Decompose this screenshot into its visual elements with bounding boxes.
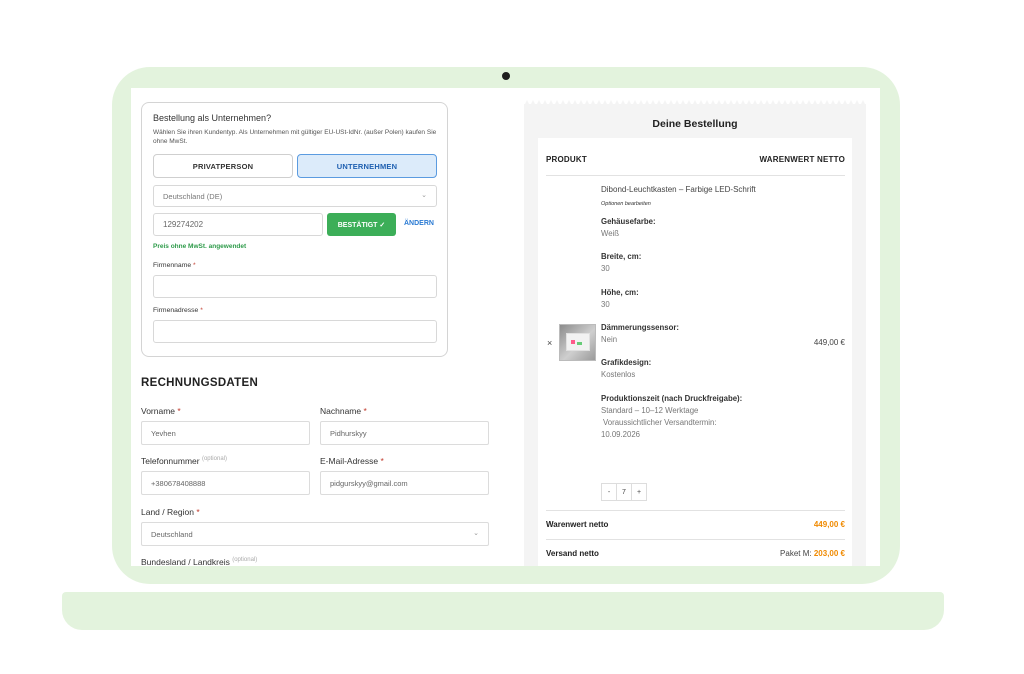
shipping-value: Paket M: 203,00 € [780,549,845,558]
product-thumbnail [559,324,596,361]
shipping-label: Versand netto [546,549,599,558]
laptop-base [62,592,944,630]
quantity-stepper[interactable]: - 7 + [601,483,647,501]
column-value: WARENWERT NETTO [759,155,845,164]
last-name-input[interactable]: Pidhurskyy [320,421,489,445]
country-value: Deutschland [151,529,193,539]
email-label: E-Mail-Adresse * [320,456,384,466]
divider [546,510,845,511]
zigzag-edge [524,100,866,106]
option-value: Standard – 10–12 Werktage [601,406,699,415]
remove-item-icon[interactable]: × [547,338,552,348]
option-key: Grafikdesign: [601,358,652,367]
option-value: Weiß [601,229,620,238]
company-box-title: Bestellung als Unternehmen? [153,113,272,123]
screen: Bestellung als Unternehmen? Wählen Sie i… [131,88,880,566]
option-value: Kostenlos [601,370,636,379]
divider [546,539,845,540]
qty-value[interactable]: 7 [616,484,632,500]
vat-number-input[interactable]: 129274202 [153,213,323,236]
option-key: Dämmerungssensor: [601,323,679,332]
first-name-label: Vorname * [141,406,181,416]
firm-name-input[interactable] [153,275,437,298]
vat-country-value: Deutschland (DE) [163,191,223,201]
qty-plus-button[interactable]: + [632,484,646,500]
camera-dot [502,72,510,80]
chevron-down-icon: ⌄ [421,192,427,199]
product-name: Dibond-Leuchtkasten – Farbige LED-Schrif… [601,185,756,194]
option-key: Produktionszeit (nach Druckfreigabe): [601,394,743,403]
divider [546,175,845,176]
firm-name-label: Firmenname * [153,262,196,269]
edit-options-link[interactable]: Optionen bearbeiten [601,201,651,207]
email-input[interactable]: pidgurskyy@gmail.com [320,471,489,495]
option-value: 30 [601,264,610,273]
vat-confirmed-button[interactable]: BESTÄTIGT ✓ [327,213,396,236]
option-value: Nein [601,335,618,344]
option-key: Breite, cm: [601,252,642,261]
order-title: Deine Bestellung [652,118,738,130]
subtotal-label: Warenwert netto [546,520,609,529]
segment-company-button[interactable]: UNTERNEHMEN [297,154,437,178]
option-value: 30 [601,300,610,309]
phone-label: Telefonnummer (optional) [141,456,227,466]
column-product: PRODUKT [546,155,587,164]
subtotal-value: 449,00 € [813,520,845,529]
chevron-down-icon: ⌄ [473,530,479,537]
company-order-box: Bestellung als Unternehmen? Wählen Sie i… [141,102,448,357]
state-label: Bundesland / Landkreis (optional) [141,557,258,566]
option-key: Höhe, cm: [601,288,639,297]
firm-address-input[interactable] [153,320,437,343]
company-box-description: Wählen Sie ihren Kundentyp. Als Unterneh… [153,129,437,145]
shipping-date-label: Voraussichtlicher Versandtermin: [603,418,717,427]
qty-minus-button[interactable]: - [602,484,616,500]
vat-country-select[interactable]: Deutschland (DE) ⌄ [153,185,437,207]
country-label: Land / Region * [141,507,200,517]
vat-change-link[interactable]: ÄNDERN [404,220,434,227]
first-name-input[interactable]: Yevhen [141,421,310,445]
line-item-price: 449,00 € [813,338,845,347]
phone-input[interactable]: +380678408888 [141,471,310,495]
segment-private-button[interactable]: PRIVATPERSON [153,154,293,178]
shipping-date-value: 10.09.2026 [601,430,641,439]
firm-address-label: Firmenadresse * [153,307,203,314]
billing-title: RECHNUNGSDATEN [141,377,259,389]
vat-applied-message: Preis ohne MwSt. angewendet [153,243,247,250]
last-name-label: Nachname * [320,406,367,416]
option-key: Gehäusefarbe: [601,217,656,226]
country-select[interactable]: Deutschland ⌄ [141,522,489,546]
